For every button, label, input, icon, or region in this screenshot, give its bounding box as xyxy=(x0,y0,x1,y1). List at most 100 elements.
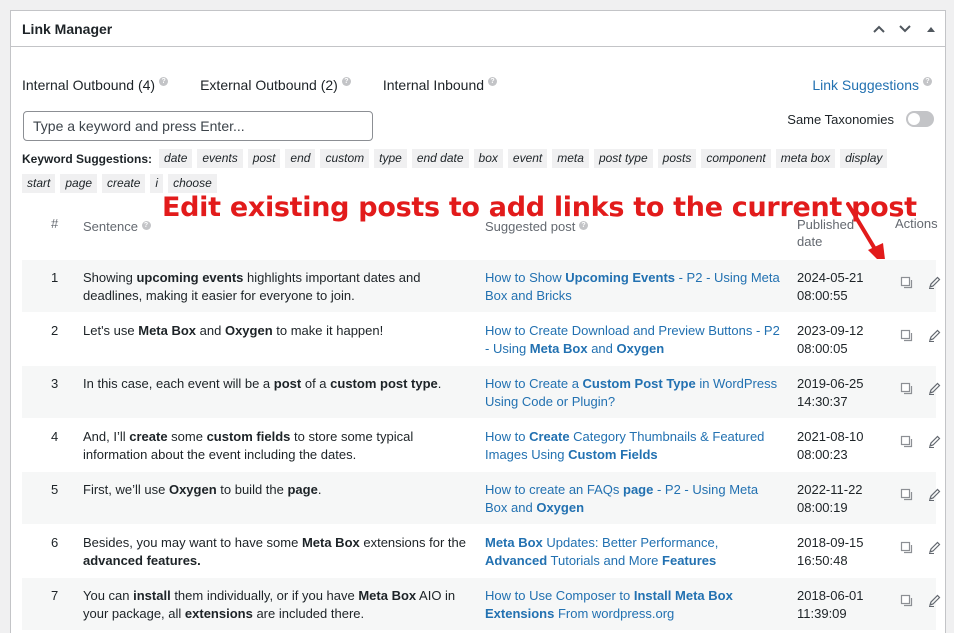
published-date: 2021-08-10 xyxy=(797,429,864,444)
keyword-search-input[interactable] xyxy=(23,111,373,141)
keyword-chip[interactable]: date xyxy=(159,149,193,168)
text-segment: Updates: Better Performance, xyxy=(542,535,719,550)
panel-title: Link Manager xyxy=(22,20,113,37)
keyword-suggestions-label: Keyword Suggestions: xyxy=(22,151,153,166)
suggested-post-link[interactable]: How to Use Composer to Install Meta Box … xyxy=(485,587,780,623)
published-date-cell: 2018-09-15 16:50:48 xyxy=(797,534,887,570)
column-header-published-date: Published date xyxy=(797,217,855,249)
text-segment: Besides, you may want to have some xyxy=(83,535,302,550)
keyword-chip[interactable]: type xyxy=(374,149,407,168)
published-date: 2024-05-21 xyxy=(797,270,864,285)
highlighted-keyword: Custom Post Type xyxy=(582,376,696,391)
text-segment: and xyxy=(196,323,225,338)
collapse-toggle-icon[interactable] xyxy=(921,19,941,39)
keyword-chip[interactable]: display xyxy=(840,149,888,168)
keyword-chip[interactable]: posts xyxy=(657,149,697,168)
tab-internal-inbound[interactable]: Internal Inbound ? xyxy=(383,76,498,93)
column-header-suggested-post: Suggested post ? xyxy=(485,219,588,234)
row-actions xyxy=(898,380,942,396)
keyword-chip[interactable]: choose xyxy=(168,174,217,193)
keyword-chip[interactable]: post type xyxy=(593,149,653,168)
highlighted-keyword: Oxygen xyxy=(224,323,273,338)
edit-pencil-icon[interactable] xyxy=(926,380,942,396)
keyword-chip[interactable]: meta box xyxy=(775,149,836,168)
column-header-sentence-label: Sentence xyxy=(83,219,138,234)
panel-controls xyxy=(869,19,941,39)
keyword-chip[interactable]: create xyxy=(102,174,146,193)
table-row: 5 First, we’ll use Oxygen to build the pa… xyxy=(22,471,940,524)
copy-icon[interactable] xyxy=(898,539,914,555)
keyword-chip[interactable]: i xyxy=(150,174,164,193)
help-icon[interactable]: ? xyxy=(923,76,932,86)
text-segment: to build the xyxy=(216,482,288,497)
copy-icon[interactable] xyxy=(898,274,914,290)
edit-pencil-icon[interactable] xyxy=(926,539,942,555)
text-segment: are included there. xyxy=(252,606,365,621)
row-actions xyxy=(898,539,942,555)
published-time: 14:30:37 xyxy=(797,394,848,409)
suggested-post-link[interactable]: How to Create Category Thumbnails & Feat… xyxy=(485,428,780,464)
edit-pencil-icon[interactable] xyxy=(926,433,942,449)
row-actions xyxy=(898,327,942,343)
help-icon[interactable]: ? xyxy=(141,221,151,230)
text-segment: to make it happen! xyxy=(272,323,384,338)
copy-icon[interactable] xyxy=(898,380,914,396)
move-down-icon[interactable] xyxy=(895,19,915,39)
copy-icon[interactable] xyxy=(898,592,914,608)
edit-pencil-icon[interactable] xyxy=(926,274,942,290)
copy-icon[interactable] xyxy=(898,433,914,449)
keyword-chip[interactable]: component xyxy=(701,149,771,168)
keyword-chip[interactable]: end xyxy=(285,149,316,168)
keyword-chip[interactable]: events xyxy=(197,149,243,168)
help-icon[interactable]: ? xyxy=(341,76,351,86)
highlighted-keyword: Meta Box xyxy=(358,588,417,603)
tab-internal-outbound[interactable]: Internal Outbound (4) ? xyxy=(22,76,169,93)
text-segment: of a xyxy=(301,376,331,391)
help-icon[interactable]: ? xyxy=(159,76,169,86)
same-taxonomies-toggle[interactable] xyxy=(906,111,934,127)
sentence-cell: Showing upcoming events highlights impor… xyxy=(83,269,473,305)
suggested-post-link[interactable]: How to Create Download and Preview Butto… xyxy=(485,322,780,358)
keyword-chip[interactable]: custom xyxy=(320,149,370,168)
highlighted-keyword: post xyxy=(273,376,302,391)
suggestions-table-body: 1 Showing upcoming events highlights impo… xyxy=(22,259,940,630)
text-segment: First, we’ll use xyxy=(83,482,169,497)
help-icon[interactable]: ? xyxy=(578,221,588,230)
keyword-chip[interactable]: box xyxy=(473,149,503,168)
text-segment: In this case, each event will be a xyxy=(83,376,274,391)
suggested-post-link[interactable]: How to Show Upcoming Events - P2 - Using… xyxy=(485,269,780,305)
keyword-chip[interactable]: post xyxy=(247,149,281,168)
edit-pencil-icon[interactable] xyxy=(926,327,942,343)
text-segment: and xyxy=(587,341,617,356)
row-number: 2 xyxy=(51,323,59,338)
highlighted-keyword: Meta Box xyxy=(301,535,360,550)
text-segment: . xyxy=(437,376,442,391)
help-icon[interactable]: ? xyxy=(488,76,498,86)
column-header-suggested-label: Suggested post xyxy=(485,219,576,234)
link-suggestions-link[interactable]: Link Suggestions ? xyxy=(812,76,932,93)
copy-icon[interactable] xyxy=(898,327,914,343)
edit-pencil-icon[interactable] xyxy=(926,486,942,502)
keyword-chip[interactable]: page xyxy=(60,174,98,193)
keyword-chip[interactable]: event xyxy=(507,149,548,168)
edit-pencil-icon[interactable] xyxy=(926,592,942,608)
keyword-chip[interactable]: end date xyxy=(411,149,469,168)
row-number: 5 xyxy=(51,482,59,497)
highlighted-keyword: advanced features. xyxy=(83,553,201,568)
suggested-post-link[interactable]: How to create an FAQs page - P2 - Using … xyxy=(485,481,780,517)
row-actions xyxy=(898,592,942,608)
move-up-icon[interactable] xyxy=(869,19,889,39)
keyword-chip[interactable]: start xyxy=(22,174,56,193)
highlighted-keyword: Features xyxy=(662,553,717,568)
suggested-post-link[interactable]: Meta Box Updates: Better Performance, Ad… xyxy=(485,534,780,570)
keyword-chip[interactable]: meta xyxy=(552,149,589,168)
suggested-post-link[interactable]: How to Create a Custom Post Type in Word… xyxy=(485,375,780,411)
published-date-cell: 2022-11-22 08:00:19 xyxy=(797,481,887,517)
column-header-number: # xyxy=(51,216,59,231)
row-number: 7 xyxy=(51,588,59,603)
copy-icon[interactable] xyxy=(898,486,914,502)
sentence-cell: And, I’ll create some custom fields to s… xyxy=(83,428,473,464)
tab-external-outbound[interactable]: External Outbound (2) ? xyxy=(200,76,351,93)
text-segment: Let's use xyxy=(83,323,139,338)
text-segment: Showing xyxy=(83,270,137,285)
